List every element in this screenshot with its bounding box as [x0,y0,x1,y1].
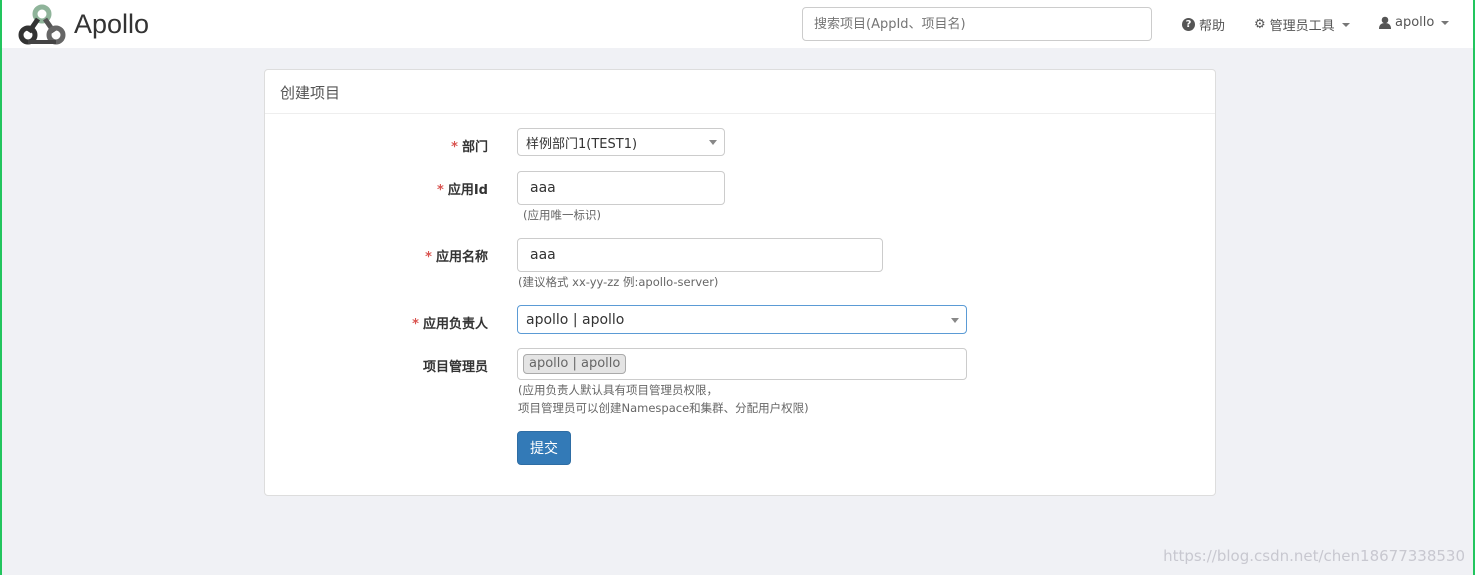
caret-down-icon [1341,22,1350,27]
create-project-panel: 创建项目 * 部门 样例部门1(TEST1) * 应用Id aaa (应用唯一标识)… [264,69,1216,496]
owner-value: apollo | apollo [526,311,625,328]
appid-label: * 应用Id [437,183,488,198]
admin-tools-label: 管理员工具 [1269,19,1335,34]
help-link[interactable]: ? 帮助 [1182,15,1225,34]
appname-help: (建议格式 xx-yy-zz 例:apollo-server) [518,275,719,289]
admins-help-2: 项目管理员可以创建Namespace和集群、分配用户权限) [518,401,809,415]
admin-tag[interactable]: apollo | apollo [523,354,627,374]
watermark: https://blog.csdn.net/chen18677338530 [1163,547,1465,565]
brand-logo[interactable]: Apollo [16,2,149,46]
admins-help-1: (应用负责人默认具有项目管理员权限， [518,383,718,397]
help-label: 帮助 [1199,19,1226,34]
caret-down-icon [1441,20,1450,25]
appid-input[interactable]: aaa [517,171,725,205]
appname-input[interactable]: aaa [517,238,883,272]
panel-title: 创建项目 [265,70,1215,114]
admins-multiselect[interactable]: apollo | apollo [517,348,967,380]
admin-tools-dropdown[interactable]: ⚙ 管理员工具 [1254,15,1350,34]
caret-down-icon [951,317,959,323]
appname-label: * 应用名称 [425,250,488,265]
user-dropdown[interactable]: apollo [1379,15,1450,30]
apollo-logo-icon [18,4,66,45]
appid-help: (应用唯一标识) [523,208,601,222]
user-icon [1379,16,1391,29]
owner-select[interactable]: apollo | apollo [517,305,967,334]
admins-label: 项目管理员 [422,360,488,375]
dept-value: 样例部门1(TEST1) [526,136,638,152]
brand-name: Apollo [74,8,150,39]
question-circle-icon: ? [1182,18,1195,31]
top-navbar: Apollo ? 帮助 ⚙ 管理员工具 apollo [2,0,1473,48]
owner-label: * 应用负责人 [412,317,488,332]
dept-label: * 部门 [451,140,488,155]
dept-select[interactable]: 样例部门1(TEST1) [517,128,725,156]
caret-down-icon [709,140,717,145]
user-name: apollo [1395,15,1435,30]
submit-button[interactable]: 提交 [517,431,571,465]
search-input[interactable] [802,7,1152,41]
gear-icon: ⚙ [1254,17,1266,32]
